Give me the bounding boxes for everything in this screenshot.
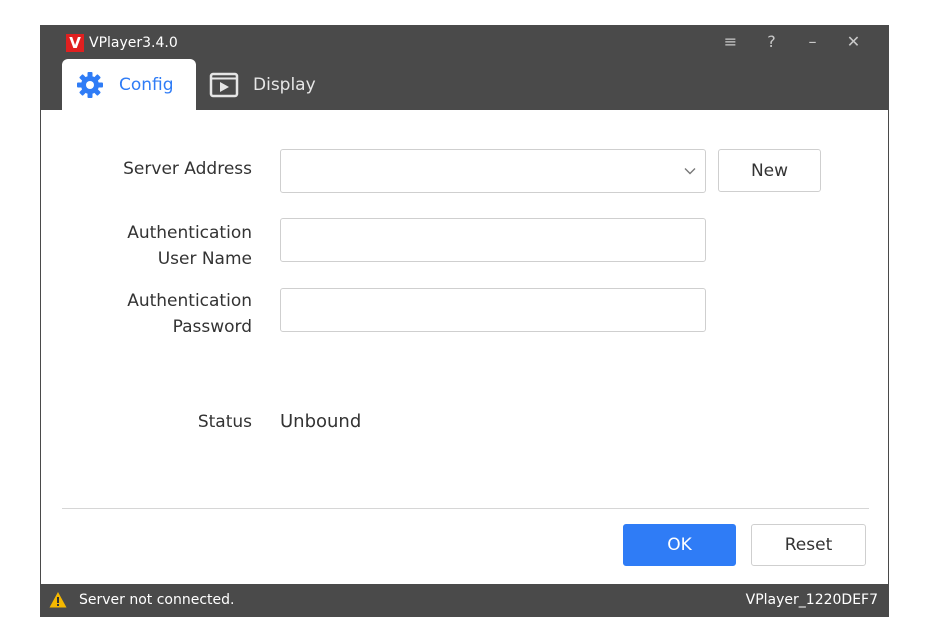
status-value: Unbound <box>280 411 362 432</box>
auth-username-label-line1: Authentication <box>127 223 252 243</box>
auth-password-label: Authentication Password <box>127 288 252 340</box>
server-address-select[interactable] <box>280 149 706 193</box>
close-icon[interactable]: ✕ <box>833 31 874 53</box>
auth-username-input[interactable] <box>281 219 705 261</box>
window-title: VPlayer3.4.0 <box>89 35 178 51</box>
auth-username-field[interactable] <box>280 218 706 262</box>
app-logo: V <box>66 34 84 52</box>
status-label: Status <box>197 412 252 432</box>
minimize-icon[interactable]: – <box>792 31 833 53</box>
tab-display[interactable]: Display <box>209 59 339 110</box>
auth-username-label-line2: User Name <box>157 249 252 269</box>
server-address-label: Server Address <box>123 159 252 179</box>
divider <box>62 508 869 509</box>
gear-icon <box>75 70 105 100</box>
menu-icon[interactable]: ≡ <box>710 31 751 53</box>
help-icon[interactable]: ? <box>751 31 792 53</box>
connection-status-message: Server not connected. <box>79 592 235 608</box>
reset-button[interactable]: Reset <box>751 524 866 566</box>
auth-password-field[interactable] <box>280 288 706 332</box>
warning-icon <box>49 592 67 608</box>
device-name: VPlayer_1220DEF7 <box>745 592 878 608</box>
window-controls: ≡ ? – ✕ <box>710 31 874 53</box>
tab-display-label: Display <box>253 74 316 95</box>
display-icon <box>209 70 239 100</box>
new-server-button[interactable]: New <box>718 149 821 192</box>
auth-username-label: Authentication User Name <box>127 220 252 272</box>
auth-password-label-line1: Authentication <box>127 291 252 311</box>
app-window: V VPlayer3.4.0 ≡ ? – ✕ Config Display Se… <box>40 25 889 617</box>
ok-button[interactable]: OK <box>623 524 736 566</box>
auth-password-input[interactable] <box>281 289 705 331</box>
chevron-down-icon[interactable] <box>683 164 697 178</box>
server-address-input[interactable] <box>281 150 705 192</box>
auth-password-label-line2: Password <box>172 317 252 337</box>
tab-config[interactable]: Config <box>62 59 196 110</box>
title-bar: V VPlayer3.4.0 ≡ ? – ✕ Config Display <box>41 26 888 110</box>
status-bar: Server not connected. VPlayer_1220DEF7 <box>41 584 888 616</box>
tab-config-label: Config <box>119 74 174 95</box>
